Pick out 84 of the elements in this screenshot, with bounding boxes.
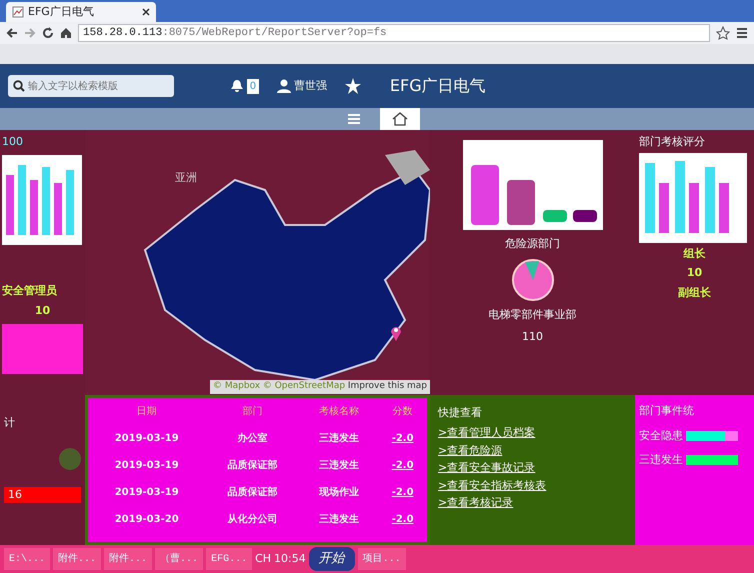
chart-bar	[54, 182, 62, 234]
table-cell-text: 现场作业	[318, 486, 360, 500]
category-label: 安全隐患	[639, 428, 683, 444]
table-cell-text: 2019-03-19	[114, 486, 180, 500]
home-icon[interactable]	[60, 27, 72, 39]
browser-tab[interactable]: EFG广日电气	[6, 2, 156, 22]
chart-bar	[6, 174, 14, 234]
notification-count: 0	[246, 78, 260, 94]
table-cell-text: 品质保证部	[226, 486, 279, 500]
start-button[interactable]: 开始	[308, 547, 355, 571]
leader-role: 副组长	[677, 284, 712, 300]
stat-label: 计	[4, 415, 16, 431]
table-cell-text: 三违发生	[318, 512, 360, 527]
quick-link[interactable]: >查看安全事故记录	[438, 460, 627, 477]
user-name[interactable]: 曹世强	[294, 78, 327, 94]
map-region-label: 亚洲	[175, 170, 197, 186]
chart-bar	[689, 183, 699, 234]
search-field[interactable]: 输入文字以检索模版	[8, 75, 174, 97]
category-label: 三违发生	[639, 452, 683, 468]
role-label: 安全管理员	[2, 282, 58, 298]
page-icon	[12, 6, 24, 18]
leader-role: 组长	[682, 246, 706, 262]
chart-bar	[18, 164, 26, 234]
menu-icon[interactable]	[736, 27, 748, 39]
table-cell-text: -2.0	[390, 513, 415, 527]
axis-label: 100	[2, 134, 24, 150]
table-cell-text: 从化分公司	[226, 512, 279, 527]
home-icon	[392, 112, 408, 126]
column-header: 考核名称	[318, 404, 360, 419]
quick-link[interactable]: >查看危险源	[438, 442, 627, 460]
table-cell-text: 办公室	[236, 431, 269, 446]
table-cell-text: -2.0	[390, 486, 415, 500]
pie-label: 电梯零部件事业部	[488, 307, 576, 323]
table-cell-text: 2019-03-19	[114, 459, 180, 473]
close-icon[interactable]	[142, 8, 150, 16]
star-icon[interactable]	[344, 78, 361, 94]
quick-link[interactable]: >查看考核记录	[438, 495, 627, 512]
chart-bar	[705, 167, 715, 234]
column-header: 日期	[136, 404, 158, 419]
panel-title: 部门事件统	[639, 403, 695, 419]
pie-value: 110	[522, 329, 543, 345]
quick-link[interactable]: >查看管理人员档案	[438, 425, 627, 442]
chart-bar	[659, 183, 669, 234]
chart-title: 部门考核评分	[639, 134, 706, 150]
search-icon	[13, 80, 25, 92]
url-field[interactable]: 158.28.0.113:8075/WebReport/ReportServer?op=fs	[78, 24, 710, 42]
column-header: 分数	[392, 405, 414, 419]
nav-tab[interactable]	[380, 108, 420, 130]
user-icon	[277, 79, 292, 93]
column-header: 部门	[242, 404, 264, 419]
language-indicator: CH	[255, 550, 272, 567]
chart-title: 危险源部门	[505, 236, 560, 252]
table-cell-text: 2019-03-19	[114, 432, 180, 446]
leader-count: 10	[686, 265, 704, 282]
chart-bar	[506, 180, 534, 225]
chart-bar	[572, 210, 596, 222]
table-cell-text: 2019-03-20	[114, 513, 180, 527]
table-cell-text: -2.0	[390, 459, 415, 473]
menu-icon	[348, 114, 360, 124]
clock: 10:54	[274, 550, 306, 567]
chart-bar	[42, 166, 50, 234]
table-cell-text: 品质保证部	[226, 458, 279, 473]
star-icon[interactable]	[716, 26, 730, 40]
back-icon[interactable]	[6, 27, 18, 39]
tab-title: EFG广日电气	[28, 4, 95, 20]
map-pin-icon	[390, 325, 402, 341]
quick-link[interactable]: >查看安全指标考核表	[438, 478, 627, 494]
app-title: EFG广日电气	[390, 75, 486, 97]
panel-title: 快捷查看	[438, 405, 483, 421]
chart-bar	[645, 163, 655, 234]
chart-bar	[66, 170, 74, 234]
table-cell-text: 三违发生	[318, 458, 360, 473]
table-cell-text: 三违发生	[318, 432, 360, 446]
chart-bar	[719, 183, 729, 234]
reload-icon[interactable]	[42, 27, 54, 39]
stat-value: 16	[4, 486, 81, 503]
table-cell-text: -2.0	[390, 432, 415, 446]
chart-bar	[30, 180, 38, 234]
pie-chart-drawing	[510, 258, 554, 302]
chart-bar	[542, 210, 566, 222]
attribution-link[interactable]: Improve this map	[348, 380, 427, 394]
role-count: 10	[34, 303, 52, 319]
bell-icon[interactable]	[230, 79, 244, 93]
chart-bar	[470, 165, 498, 225]
